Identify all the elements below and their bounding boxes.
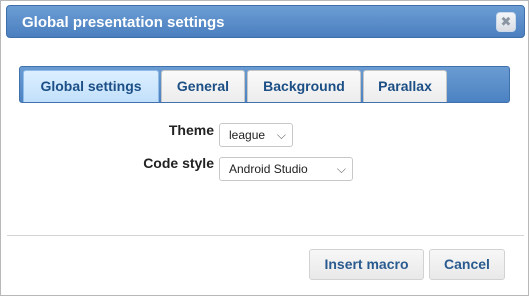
code-style-select[interactable]: Android Studio ⌵ bbox=[219, 157, 353, 181]
theme-label: Theme bbox=[168, 122, 214, 138]
theme-select-value: league bbox=[229, 128, 266, 142]
close-button[interactable]: ✖ bbox=[496, 12, 516, 32]
dialog-titlebar: Global presentation settings ✖ bbox=[6, 5, 525, 38]
close-icon: ✖ bbox=[500, 14, 512, 29]
tab-global-settings[interactable]: Global settings bbox=[23, 70, 159, 102]
tab-label: Parallax bbox=[378, 78, 432, 94]
insert-macro-label: Insert macro bbox=[324, 256, 409, 272]
tab-label: Background bbox=[263, 78, 345, 94]
tab-strip: Global settings General Background Paral… bbox=[19, 66, 510, 103]
code-style-select-value: Android Studio bbox=[229, 162, 308, 176]
code-style-label: Code style bbox=[143, 155, 214, 171]
chevron-down-icon: ⌵ bbox=[276, 128, 286, 142]
tab-background[interactable]: Background bbox=[247, 70, 361, 102]
tab-label: Global settings bbox=[40, 78, 142, 94]
chevron-down-icon: ⌵ bbox=[336, 162, 346, 176]
insert-macro-button[interactable]: Insert macro bbox=[309, 249, 424, 280]
tab-general[interactable]: General bbox=[161, 70, 245, 102]
cancel-button[interactable]: Cancel bbox=[429, 249, 505, 280]
footer-divider bbox=[7, 235, 524, 236]
theme-select[interactable]: league ⌵ bbox=[219, 123, 293, 147]
tab-parallax[interactable]: Parallax bbox=[363, 70, 447, 102]
tab-label: General bbox=[176, 78, 230, 94]
dialog-title: Global presentation settings bbox=[22, 14, 225, 31]
cancel-label: Cancel bbox=[444, 256, 490, 272]
dialog: Global presentation settings ✖ Global se… bbox=[0, 0, 529, 296]
